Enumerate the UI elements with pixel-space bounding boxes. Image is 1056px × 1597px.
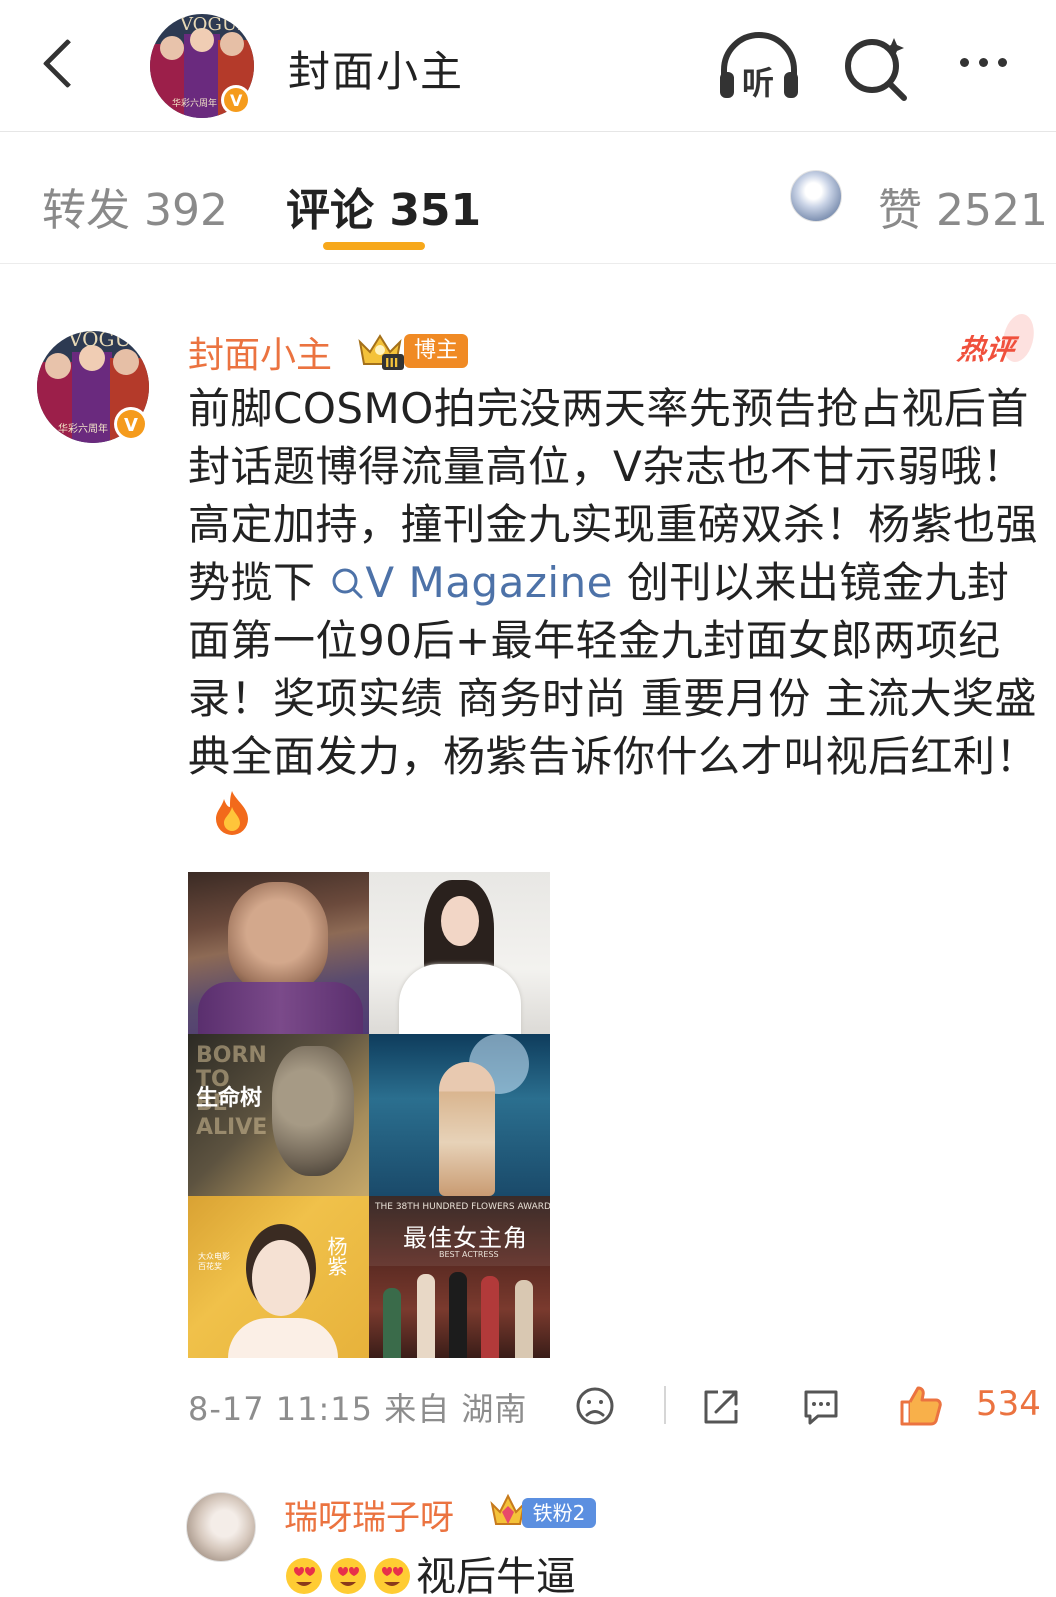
account-avatar[interactable]: VOGUE 华彩六周年 V bbox=[150, 14, 254, 118]
v-magazine-link[interactable]: V Magazine bbox=[329, 558, 613, 607]
heart-eyes-emoji-icon bbox=[330, 1558, 366, 1594]
reply-text: 视后牛逼 bbox=[284, 1544, 576, 1597]
fire-emoji-icon bbox=[216, 791, 248, 835]
search-icon[interactable] bbox=[842, 34, 912, 104]
svg-text:华彩六周年: 华彩六周年 bbox=[172, 97, 217, 109]
blogger-badge[interactable]: III 博主 bbox=[356, 330, 472, 372]
photo-4[interactable] bbox=[369, 1034, 550, 1196]
active-tab-indicator bbox=[323, 242, 425, 250]
like-thumb-icon[interactable] bbox=[898, 1384, 944, 1428]
photo-2[interactable] bbox=[369, 872, 550, 1034]
reply-icon[interactable] bbox=[800, 1384, 842, 1428]
photo-5-award-text: 大众电影 百花奖 bbox=[198, 1252, 230, 1271]
hot-comment-tag: 热评 bbox=[955, 328, 1017, 368]
like-count[interactable]: 534 bbox=[976, 1384, 1041, 1424]
tab-like[interactable]: 赞 2521 bbox=[878, 174, 1048, 238]
badge-level: III bbox=[385, 356, 398, 370]
reply-text-label: 视后牛逼 bbox=[416, 1554, 576, 1597]
tab-repost[interactable]: 转发 392 bbox=[42, 174, 228, 238]
photo-5[interactable]: 大众电影 百花奖 杨紫 bbox=[188, 1196, 369, 1358]
comment-text: 前脚COSMO拍完没两天率先预告抢占视后首封话题博得流量高位，V杂志也不甘示弱哦… bbox=[188, 380, 1044, 844]
fan-badge[interactable]: 铁粉2 bbox=[488, 1490, 600, 1534]
photo-5-name: 杨紫 bbox=[324, 1236, 348, 1276]
tab-comment[interactable]: 评论 351 bbox=[286, 174, 481, 238]
heart-eyes-emoji-icon bbox=[374, 1558, 410, 1594]
photo-3-title: 生命树 bbox=[196, 1086, 263, 1111]
top-bar: VOGUE 华彩六周年 V 封面小主 听 bbox=[0, 0, 1056, 132]
comment-avatar[interactable]: VOGUE 华彩六周年 V bbox=[34, 328, 152, 446]
svg-text:华彩六周年: 华彩六周年 bbox=[58, 422, 108, 435]
link-label: V Magazine bbox=[365, 558, 614, 607]
photo-1[interactable] bbox=[188, 872, 369, 1034]
listen-icon[interactable]: 听 bbox=[718, 32, 800, 102]
blogger-badge-label: 博主 bbox=[404, 334, 468, 368]
comment-author[interactable]: 封面小主 bbox=[188, 326, 332, 378]
fan-badge-label: 铁粉2 bbox=[522, 1498, 596, 1528]
svg-text:VOGUE: VOGUE bbox=[179, 14, 250, 35]
heart-eyes-emoji-icon bbox=[286, 1558, 322, 1594]
photo-3[interactable]: BORN TO BE ALIVE 生命树 bbox=[188, 1034, 369, 1196]
share-icon[interactable] bbox=[700, 1384, 742, 1428]
action-divider bbox=[664, 1386, 666, 1424]
liker-avatar[interactable] bbox=[790, 170, 842, 222]
page-title: 封面小主 bbox=[288, 47, 465, 96]
listen-label: 听 bbox=[742, 64, 774, 102]
link-search-icon bbox=[332, 568, 363, 599]
reply-author[interactable]: 瑞呀瑞子呀 bbox=[284, 1490, 454, 1539]
photo-6-title: 最佳女主角 bbox=[403, 1224, 528, 1252]
photo-6-header: THE 38TH HUNDRED FLOWERS AWARDS bbox=[375, 1202, 550, 1212]
back-icon[interactable] bbox=[34, 34, 90, 98]
comment-meta: 8-17 11:15 来自 湖南 bbox=[188, 1390, 528, 1428]
comment-text-part-2: 创刊以来出镜金九封面第一位90后+最年轻金九封面女郎两项纪录！奖项实绩 商务时尚… bbox=[188, 558, 1039, 781]
dislike-icon[interactable] bbox=[574, 1384, 616, 1428]
tab-bar: 转发 392 评论 351 赞 2521 bbox=[0, 132, 1056, 264]
svg-text:V: V bbox=[124, 415, 138, 436]
reply-avatar[interactable] bbox=[186, 1492, 256, 1562]
svg-text:VOGUE: VOGUE bbox=[67, 328, 146, 351]
svg-text:V: V bbox=[230, 91, 243, 110]
photo-6[interactable]: THE 38TH HUNDRED FLOWERS AWARDS 最佳女主角 BE… bbox=[369, 1196, 550, 1358]
more-icon[interactable] bbox=[960, 52, 1030, 82]
image-grid: BORN TO BE ALIVE 生命树 大众电影 百花奖 杨紫 THE 38T… bbox=[188, 872, 550, 1358]
photo-6-subtitle: BEST ACTRESS bbox=[439, 1250, 499, 1259]
